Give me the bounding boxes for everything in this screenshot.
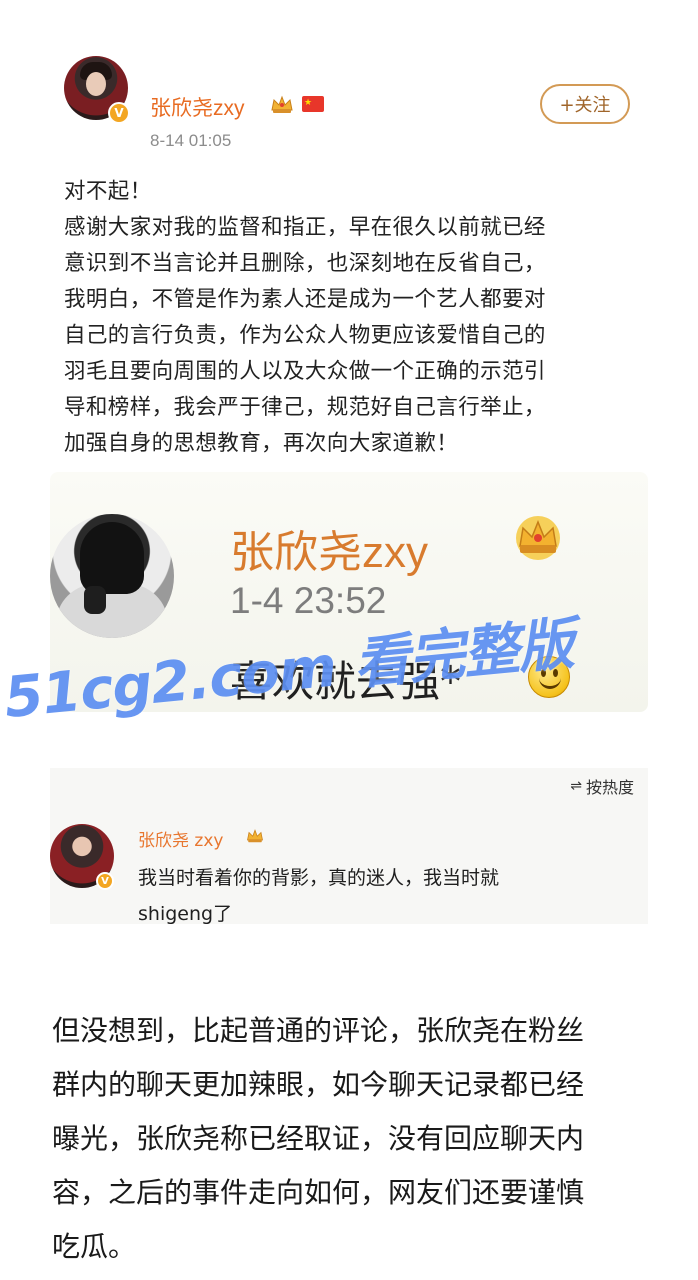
- watermark-text: 51cg2.com 看完整版: [1, 611, 577, 732]
- article-line: 但没想到，比起普通的评论，张欣尧在粉丝: [52, 1014, 585, 1047]
- avatar-face-shape: [86, 72, 106, 96]
- commenter-username: 张欣尧 zxy: [138, 831, 224, 851]
- post-body-line: 感谢大家对我的监督和指正，早在很久以前就已经: [64, 215, 546, 240]
- sort-label: 按热度: [585, 778, 634, 797]
- comment-line: shigeng了: [138, 903, 233, 925]
- article-line: 群内的聊天更加辣眼，如今聊天记录都已经: [52, 1068, 585, 1101]
- sort-control[interactable]: ⇌ 按热度: [570, 774, 634, 798]
- post-body-line: 对不起！: [64, 179, 152, 204]
- comment-screenshot: ⇌ 按热度 V 张欣尧 zxy 我当时看着你的背影，真的迷人，我当时就 shig…: [50, 768, 648, 925]
- crown-icon: [271, 95, 293, 113]
- article-paragraph: 但没想到，比起普通的评论，张欣尧在粉丝 群内的聊天更加辣眼，如今聊天记录都已经 …: [52, 1004, 652, 1274]
- post-body-line: 自己的言行负责，作为公众人物更应该爱惜自己的: [64, 323, 546, 348]
- china-flag-icon: ★: [302, 96, 324, 112]
- post-body-line: 羽毛且要向周围的人以及大众做一个正确的示范引: [64, 359, 546, 384]
- follow-button[interactable]: +关注: [540, 84, 630, 124]
- article-line: 容，之后的事件走向如何，网友们还要谨慎: [52, 1176, 585, 1209]
- verified-badge-icon: V: [96, 872, 114, 890]
- post-body-line: 导和榜样，我会严于律己，规范好自己言行举止，: [64, 395, 546, 420]
- comment-text: 我当时看着你的背影，真的迷人，我当时就 shigeng了: [138, 860, 499, 932]
- article-line: 曝光，张欣尧称已经取证，没有回应聊天内: [52, 1122, 585, 1155]
- verified-badge-icon: V: [108, 102, 130, 124]
- post-body-line: 加强自身的思想教育，再次向大家道歉！: [64, 431, 459, 456]
- post-timestamp: 8-14 01:05: [150, 131, 232, 150]
- comment-line: 我当时看着你的背影，真的迷人，我当时就: [138, 867, 500, 889]
- post-body-line: 我明白，不管是作为素人还是成为一个艺人都要对: [64, 287, 546, 312]
- post-body-line: 意识到不当言论并且删除，也深刻地在反省自己，: [64, 251, 546, 276]
- sort-icon: ⇌: [570, 778, 582, 794]
- weibo-post-card: V 张欣尧zxy ★ 8-14 01:05 +关注 对不起！ 感谢大家对我的监督…: [52, 30, 647, 456]
- post-body: 对不起！ 感谢大家对我的监督和指正，早在很久以前就已经 意识到不当言论并且删除，…: [64, 174, 639, 462]
- article-line: 吃瓜。: [52, 1230, 137, 1263]
- crown-icon: [247, 829, 263, 843]
- post-username[interactable]: 张欣尧zxy: [150, 92, 245, 122]
